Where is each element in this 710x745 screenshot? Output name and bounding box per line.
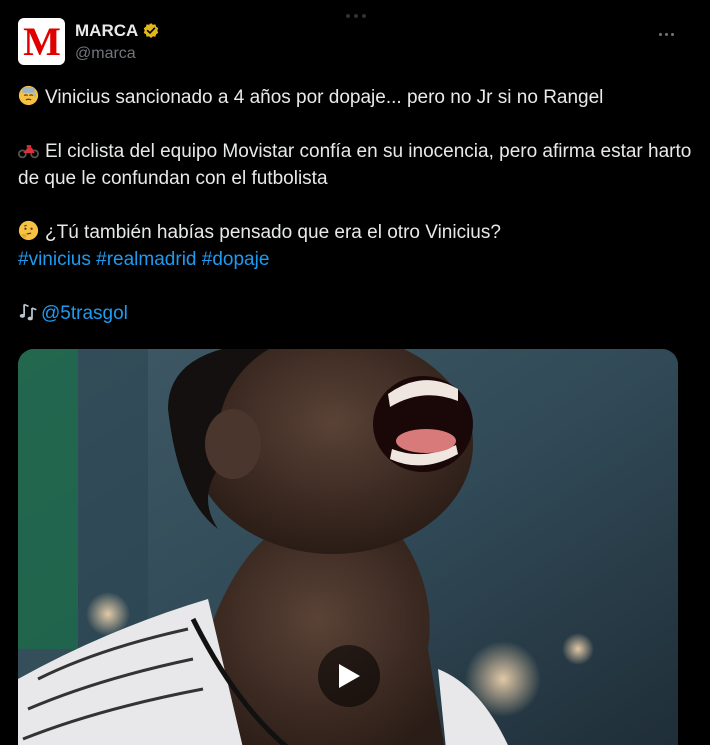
author-names: MARCA @marca [75, 20, 160, 63]
hashtag-realmadrid[interactable]: #realmadrid [96, 249, 196, 270]
sweat-face-emoji-icon [18, 85, 39, 106]
more-options-icon[interactable] [654, 26, 678, 42]
hashtag-dopaje[interactable]: #dopaje [202, 249, 270, 270]
post-line-1-text: Vinicius sancionado a 4 años por dopaje.… [45, 87, 604, 108]
post-header: M MARCA @marca [18, 18, 692, 68]
handle[interactable]: @marca [75, 45, 160, 63]
play-button[interactable] [318, 645, 380, 707]
post-line-3-text: ¿Tú también habías pensado que era el ot… [45, 222, 501, 243]
post-line-2: El ciclista del equipo Movistar confía e… [18, 138, 692, 192]
thinking-face-emoji-icon [18, 220, 39, 241]
play-icon [339, 664, 360, 688]
avatar[interactable]: M [18, 18, 65, 65]
video-player[interactable] [18, 349, 678, 745]
marca-logo: M [23, 18, 61, 64]
display-name-row: MARCA [75, 20, 160, 42]
hashtags: #vinicius #realmadrid #dopaje [18, 246, 692, 273]
credit-mention[interactable]: @5trasgol [41, 303, 128, 324]
post-line-3: ¿Tú también habías pensado que era el ot… [18, 219, 692, 246]
display-name[interactable]: MARCA [75, 21, 138, 41]
hashtag-vinicius[interactable]: #vinicius [18, 249, 91, 270]
post-text: Vinicius sancionado a 4 años por dopaje.… [18, 84, 692, 327]
credit-line: @5trasgol [18, 300, 692, 327]
verified-badge-icon[interactable] [142, 22, 160, 40]
music-notes-emoji-icon [19, 303, 37, 321]
post-card: M MARCA @marca Vinicius sancionado a 4 a… [0, 0, 710, 745]
post-line-1: Vinicius sancionado a 4 años por dopaje.… [18, 84, 692, 111]
post-line-2-text: El ciclista del equipo Movistar confía e… [18, 141, 692, 189]
motorcycle-emoji-icon [18, 145, 39, 159]
